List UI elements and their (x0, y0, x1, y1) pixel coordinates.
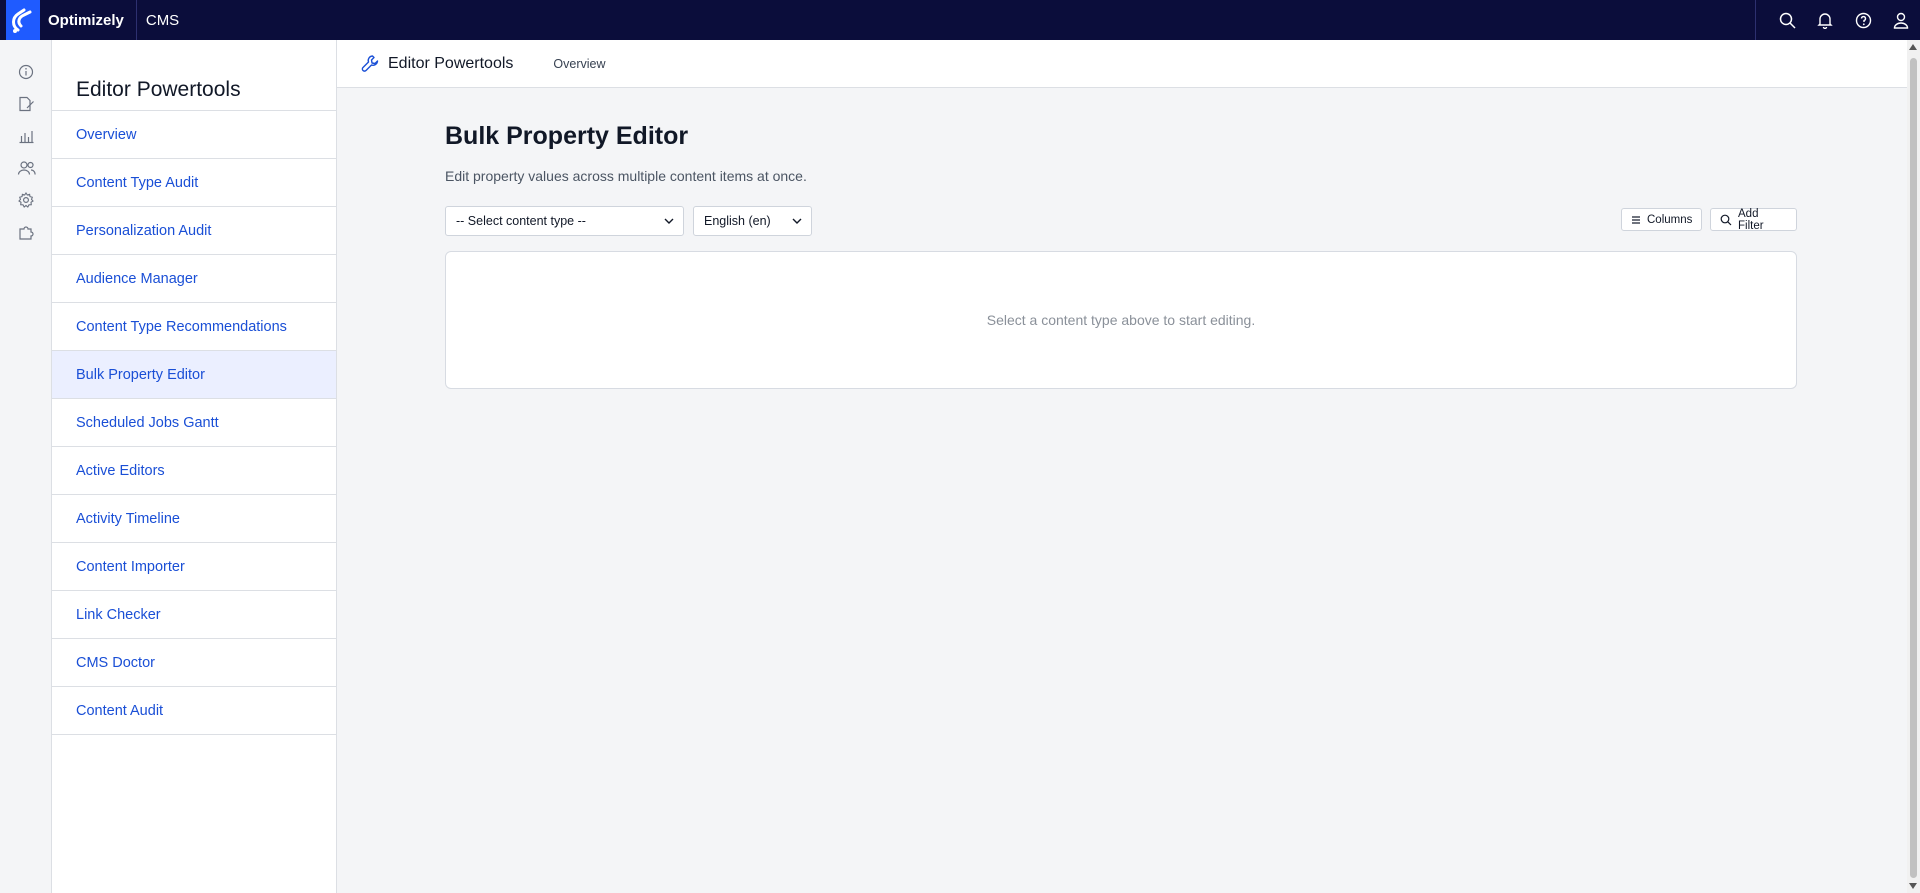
scroll-thumb[interactable] (1910, 58, 1917, 878)
scroll-up-arrow-icon[interactable] (1909, 44, 1917, 50)
bell-icon[interactable] (1806, 0, 1844, 40)
icon-rail (0, 40, 52, 893)
nav-item-cms-doctor[interactable]: CMS Doctor (52, 639, 336, 687)
brand[interactable]: Optimizely (0, 0, 137, 40)
content-type-select[interactable]: -- Select content type -- (445, 206, 684, 236)
nav-list: Overview Content Type Audit Personalizatio… (52, 111, 336, 735)
addons-icon[interactable] (0, 216, 52, 248)
toolbar: -- Select content type -- English (en) C… (445, 206, 1797, 236)
help-icon[interactable] (1844, 0, 1882, 40)
sub-header: Editor Powertools Overview (337, 40, 1907, 88)
nav-item-content-importer[interactable]: Content Importer (52, 543, 336, 591)
add-filter-button[interactable]: Add Filter (1710, 207, 1797, 232)
settings-icon[interactable] (0, 184, 52, 216)
info-icon[interactable] (0, 56, 52, 88)
nav-item-content-type-recommendations[interactable]: Content Type Recommendations (52, 303, 336, 351)
content-type-select-value: -- Select content type -- (456, 214, 586, 228)
nav-item-personalization-audit[interactable]: Personalization Audit (52, 207, 336, 255)
language-select-value: English (en) (704, 214, 771, 228)
top-actions (1755, 0, 1920, 40)
product-name[interactable]: CMS (137, 12, 179, 29)
nav-item-content-audit[interactable]: Content Audit (52, 687, 336, 735)
edit-icon[interactable] (0, 88, 52, 120)
nav-title: Editor Powertools (52, 40, 336, 111)
page-title: Bulk Property Editor (445, 122, 689, 150)
chevron-down-icon (791, 215, 803, 230)
columns-button[interactable]: Columns (1621, 208, 1703, 231)
nav-item-content-type-audit[interactable]: Content Type Audit (52, 159, 336, 207)
reports-icon[interactable] (0, 120, 52, 152)
page-description: Edit property values across multiple con… (445, 168, 807, 184)
editor-empty-state: Select a content type above to start edi… (445, 251, 1797, 389)
page-scrollbar[interactable] (1907, 40, 1920, 893)
scroll-down-arrow-icon[interactable] (1909, 883, 1917, 889)
search-icon (1720, 214, 1732, 226)
nav-item-bulk-property-editor[interactable]: Bulk Property Editor (52, 351, 336, 399)
nav-item-link-checker[interactable]: Link Checker (52, 591, 336, 639)
search-icon[interactable] (1768, 0, 1806, 40)
chevron-down-icon (663, 215, 675, 230)
brand-name: Optimizely (48, 11, 124, 29)
add-filter-button-label: Add Filter (1738, 207, 1764, 232)
header-title: Editor Powertools (337, 54, 513, 73)
wrench-icon (361, 54, 380, 73)
main-content: Bulk Property Editor Edit property value… (445, 88, 1797, 389)
nav-item-scheduled-jobs-gantt[interactable]: Scheduled Jobs Gantt (52, 399, 336, 447)
header-overview-link[interactable]: Overview (553, 57, 605, 71)
user-icon[interactable] (1882, 0, 1920, 40)
language-select[interactable]: English (en) (693, 206, 812, 236)
columns-icon (1631, 215, 1641, 225)
nav-item-overview[interactable]: Overview (52, 111, 336, 159)
columns-button-label: Columns (1647, 213, 1693, 226)
users-icon[interactable] (0, 152, 52, 184)
empty-state-message: Select a content type above to start edi… (986, 312, 1256, 328)
top-bar: Optimizely CMS (0, 0, 1920, 40)
nav-item-activity-timeline[interactable]: Activity Timeline (52, 495, 336, 543)
tool-nav-panel: Editor Powertools Overview Content Type A… (52, 40, 337, 893)
nav-item-active-editors[interactable]: Active Editors (52, 447, 336, 495)
nav-item-audience-manager[interactable]: Audience Manager (52, 255, 336, 303)
optimizely-logo-icon (6, 0, 40, 40)
header-title-text: Editor Powertools (388, 54, 514, 72)
